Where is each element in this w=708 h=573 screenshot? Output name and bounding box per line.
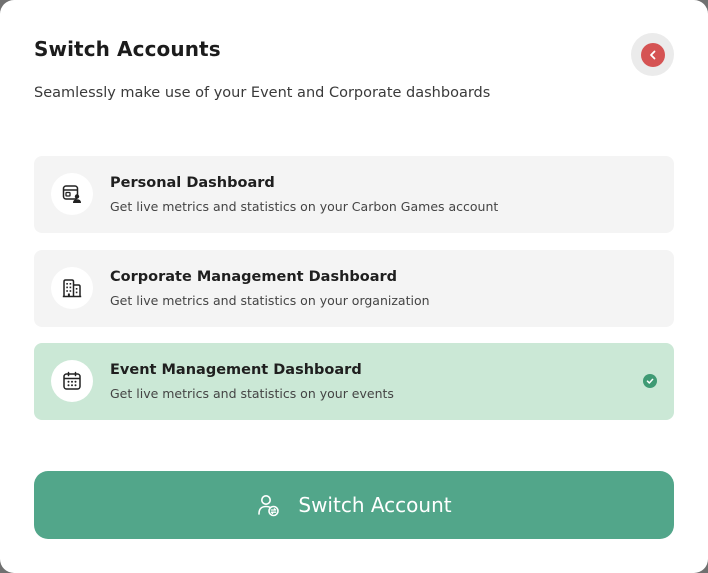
switch-accounts-modal: Switch Accounts Seamlessly make use of y… <box>0 0 708 573</box>
option-corporate-dashboard[interactable]: Corporate Management Dashboard Get live … <box>34 250 674 327</box>
modal-title: Switch Accounts <box>34 37 221 61</box>
option-description: Get live metrics and statistics on your … <box>110 386 394 401</box>
back-button[interactable] <box>631 33 674 76</box>
option-event-dashboard[interactable]: Event Management Dashboard Get live metr… <box>34 343 674 420</box>
switch-account-label: Switch Account <box>298 493 452 517</box>
chevron-left-icon <box>640 42 665 67</box>
option-description: Get live metrics and statistics on your … <box>110 199 499 214</box>
calendar-icon <box>51 360 93 402</box>
user-switch-icon <box>256 493 280 517</box>
modal-subtitle: Seamlessly make use of your Event and Co… <box>34 85 491 101</box>
option-title: Personal Dashboard <box>110 175 275 191</box>
option-personal-dashboard[interactable]: Personal Dashboard Get live metrics and … <box>34 156 674 233</box>
option-description: Get live metrics and statistics on your … <box>110 293 430 308</box>
dashboard-user-icon <box>51 173 93 215</box>
check-circle-icon <box>643 374 657 388</box>
switch-account-button[interactable]: Switch Account <box>34 471 674 539</box>
option-title: Event Management Dashboard <box>110 362 362 378</box>
building-icon <box>51 267 93 309</box>
option-title: Corporate Management Dashboard <box>110 269 398 285</box>
